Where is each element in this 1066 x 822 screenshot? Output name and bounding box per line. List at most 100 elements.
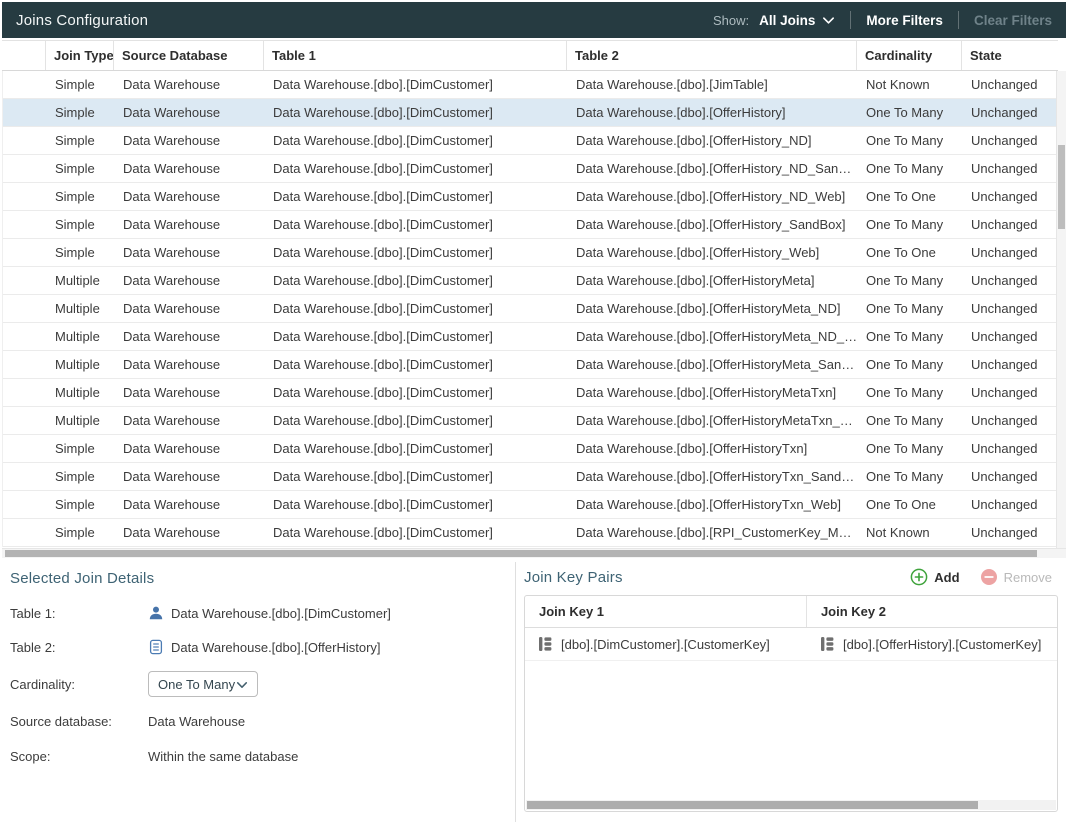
chevron-down-icon <box>236 678 248 690</box>
cell-cardinality: One To One <box>858 491 963 518</box>
remove-key-pair-button[interactable]: Remove <box>980 568 1052 586</box>
key-pairs-horizontal-scrollbar[interactable] <box>526 800 1056 810</box>
cell-source-database: Data Warehouse <box>115 267 265 294</box>
cell-join-type: Simple <box>47 239 115 266</box>
cell-table-1: Data Warehouse.[dbo].[DimCustomer] <box>265 323 568 350</box>
cell-join-type: Simple <box>47 99 115 126</box>
cell-source-database: Data Warehouse <box>115 323 265 350</box>
table-row[interactable]: Multiple Data Warehouse Data Warehouse.[… <box>3 323 1058 351</box>
row-select-cell <box>3 351 47 378</box>
table-row[interactable]: Simple Data Warehouse Data Warehouse.[db… <box>3 127 1058 155</box>
cell-cardinality: One To Many <box>858 351 963 378</box>
cell-source-database: Data Warehouse <box>115 155 265 182</box>
cell-cardinality: One To Many <box>858 99 963 126</box>
cell-join-type: Simple <box>47 211 115 238</box>
source-database-field: Source database: Data Warehouse <box>10 711 505 731</box>
cell-table-2: Data Warehouse.[dbo].[OfferHistoryTxn_Sa… <box>568 463 858 490</box>
table-row[interactable]: Simple Data Warehouse Data Warehouse.[db… <box>3 155 1058 183</box>
cell-state: Unchanged <box>963 435 1058 462</box>
cell-table-1: Data Warehouse.[dbo].[DimCustomer] <box>265 435 568 462</box>
table-row[interactable]: Multiple Data Warehouse Data Warehouse.[… <box>3 407 1058 435</box>
table-row[interactable]: Simple Data Warehouse Data Warehouse.[db… <box>3 71 1058 99</box>
row-select-cell <box>3 519 47 546</box>
cell-cardinality: One To Many <box>858 211 963 238</box>
cell-source-database: Data Warehouse <box>115 239 265 266</box>
cell-table-1: Data Warehouse.[dbo].[DimCustomer] <box>265 183 568 210</box>
table-row[interactable]: Simple Data Warehouse Data Warehouse.[db… <box>3 435 1058 463</box>
minus-circle-icon <box>980 568 998 586</box>
cell-join-type: Multiple <box>47 323 115 350</box>
cell-source-database: Data Warehouse <box>115 211 265 238</box>
cell-source-database: Data Warehouse <box>115 407 265 434</box>
table2-field: Table 2: Data Warehouse.[dbo].[OfferHist… <box>10 637 505 657</box>
cardinality-dropdown[interactable]: One To Many <box>148 671 258 697</box>
more-filters-button[interactable]: More Filters <box>866 13 943 28</box>
column-header-table-1[interactable]: Table 1 <box>264 41 567 70</box>
column-header-source-database[interactable]: Source Database <box>114 41 264 70</box>
column-header-join-type[interactable]: Join Type <box>46 41 114 70</box>
cell-source-database: Data Warehouse <box>115 127 265 154</box>
table-row[interactable]: Multiple Data Warehouse Data Warehouse.[… <box>3 267 1058 295</box>
column-header-table-2[interactable]: Table 2 <box>567 41 857 70</box>
cell-join-type: Simple <box>47 463 115 490</box>
table1-field: Table 1: Data Warehouse.[dbo].[DimCustom… <box>10 603 505 623</box>
cardinality-dropdown-value: One To Many <box>158 677 235 692</box>
cell-table-1: Data Warehouse.[dbo].[DimCustomer] <box>265 407 568 434</box>
vertical-scrollbar-thumb[interactable] <box>1058 145 1065 229</box>
cell-table-2: Data Warehouse.[dbo].[OfferHistoryMetaTx… <box>568 379 858 406</box>
table2-label: Table 2: <box>10 640 148 655</box>
key-pairs-horizontal-scrollbar-thumb[interactable] <box>527 801 978 809</box>
cell-table-1: Data Warehouse.[dbo].[DimCustomer] <box>265 127 568 154</box>
row-select-cell <box>3 99 47 126</box>
add-key-pair-button[interactable]: Add <box>910 568 959 586</box>
table1-value: Data Warehouse.[dbo].[DimCustomer] <box>171 606 391 621</box>
table-row[interactable]: Simple Data Warehouse Data Warehouse.[db… <box>3 519 1058 547</box>
cell-table-2: Data Warehouse.[dbo].[OfferHistory_SandB… <box>568 211 858 238</box>
table-row[interactable]: Simple Data Warehouse Data Warehouse.[db… <box>3 463 1058 491</box>
table-row[interactable]: Simple Data Warehouse Data Warehouse.[db… <box>3 99 1058 127</box>
horizontal-scrollbar-thumb[interactable] <box>5 550 1037 557</box>
cell-source-database: Data Warehouse <box>115 295 265 322</box>
row-select-cell <box>3 183 47 210</box>
key-pair-row[interactable]: [dbo].[DimCustomer].[CustomerKey] [dbo].… <box>525 628 1057 661</box>
cell-table-1: Data Warehouse.[dbo].[DimCustomer] <box>265 295 568 322</box>
table-row[interactable]: Simple Data Warehouse Data Warehouse.[db… <box>3 211 1058 239</box>
column-header-state[interactable]: State <box>962 41 1058 70</box>
cell-join-type: Multiple <box>47 407 115 434</box>
cell-source-database: Data Warehouse <box>115 491 265 518</box>
cell-state: Unchanged <box>963 295 1058 322</box>
column-header-join-key-2: Join Key 2 <box>807 596 1057 627</box>
table-row[interactable]: Simple Data Warehouse Data Warehouse.[db… <box>3 491 1058 519</box>
table-row[interactable]: Multiple Data Warehouse Data Warehouse.[… <box>3 295 1058 323</box>
join-key-pairs-panel: Join Key Pairs Add Remove <box>516 558 1066 822</box>
cell-join-type: Simple <box>47 435 115 462</box>
vertical-scrollbar[interactable] <box>1056 71 1066 548</box>
cell-join-type: Multiple <box>47 379 115 406</box>
cell-table-1: Data Warehouse.[dbo].[DimCustomer] <box>265 463 568 490</box>
cell-cardinality: One To One <box>858 183 963 210</box>
row-select-cell <box>3 267 47 294</box>
show-filter-value: All Joins <box>759 13 815 28</box>
column-header-cardinality[interactable]: Cardinality <box>857 41 962 70</box>
cell-join-type: Multiple <box>47 295 115 322</box>
cell-table-2: Data Warehouse.[dbo].[OfferHistoryMeta_S… <box>568 351 858 378</box>
cell-state: Unchanged <box>963 239 1058 266</box>
remove-button-label: Remove <box>1004 570 1052 585</box>
show-filter-dropdown[interactable]: All Joins <box>759 13 835 28</box>
cell-source-database: Data Warehouse <box>115 379 265 406</box>
table-row[interactable]: Multiple Data Warehouse Data Warehouse.[… <box>3 379 1058 407</box>
cell-state: Unchanged <box>963 127 1058 154</box>
table-row[interactable]: Multiple Data Warehouse Data Warehouse.[… <box>3 351 1058 379</box>
cell-source-database: Data Warehouse <box>115 183 265 210</box>
table-row[interactable]: Simple Data Warehouse Data Warehouse.[db… <box>3 183 1058 211</box>
table-row[interactable]: Simple Data Warehouse Data Warehouse.[db… <box>3 239 1058 267</box>
clear-filters-button[interactable]: Clear Filters <box>974 13 1052 28</box>
horizontal-scrollbar[interactable] <box>2 548 1066 558</box>
cell-table-2: Data Warehouse.[dbo].[RPI_CustomerKey_ML… <box>568 519 858 546</box>
cell-state: Unchanged <box>963 323 1058 350</box>
cell-cardinality: One To Many <box>858 295 963 322</box>
cell-cardinality: One To Many <box>858 379 963 406</box>
cell-cardinality: One To Many <box>858 155 963 182</box>
row-select-cell <box>3 491 47 518</box>
cell-cardinality: Not Known <box>858 71 963 98</box>
